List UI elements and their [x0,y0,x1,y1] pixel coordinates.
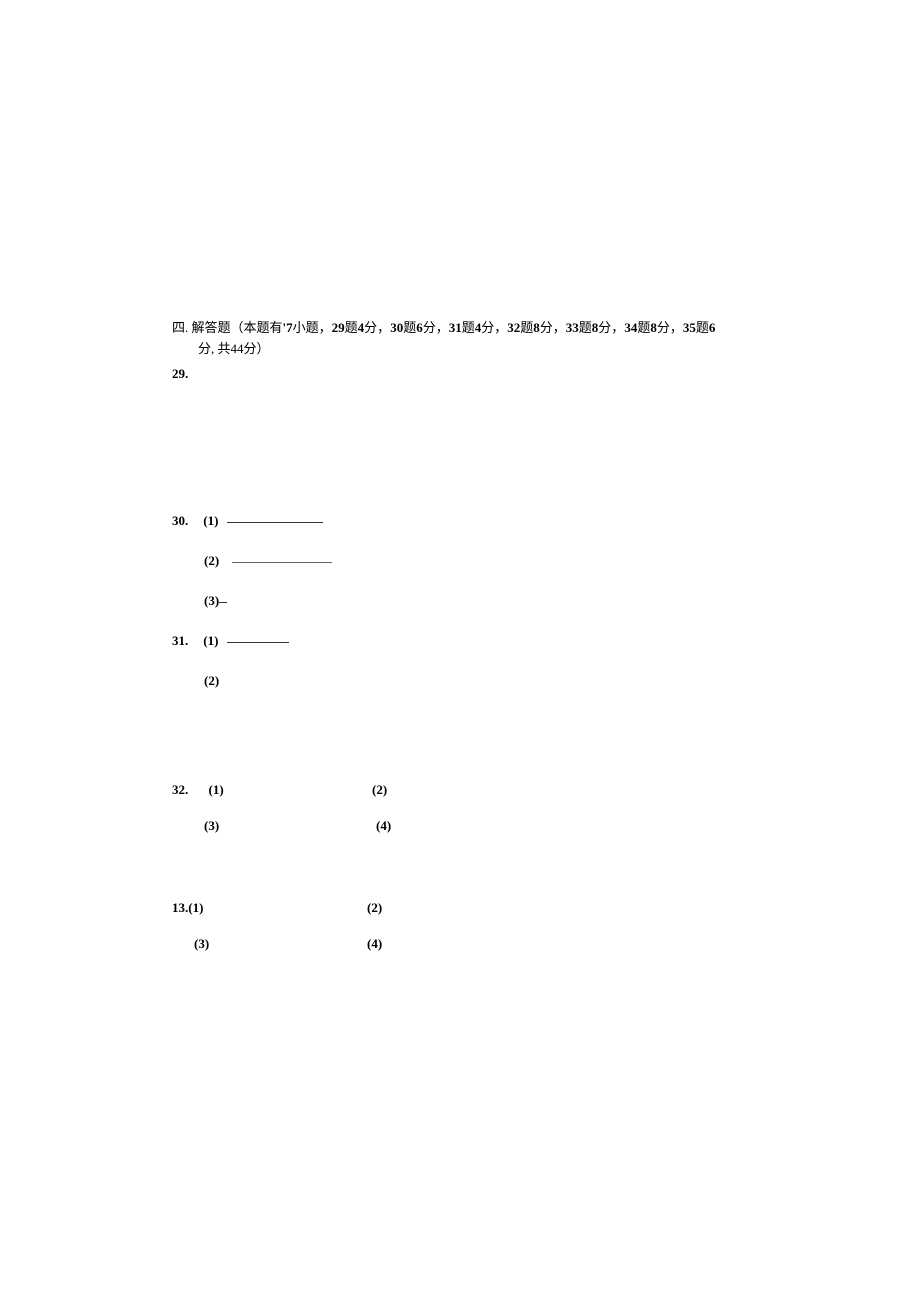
q30-sub3-blank[interactable] [219,602,227,603]
q13-sub1-label: (1) [188,900,203,915]
part-29-q: 29 [332,320,345,335]
question-31: 31. (1) (2) [172,632,840,690]
part-29-suffix: 分， [364,320,390,335]
q31-row2: (2) [172,672,840,690]
q30-number: 30. [172,512,200,530]
part-31-q: 31 [449,320,462,335]
section-header-line1: 四. 解答题（本题有'7小题，29题4分，30题6分，31题4分，32题8分，3… [172,318,840,339]
question-30: 30. (1) (2) (3) [172,512,840,611]
section-header: 四. 解答题（本题有'7小题，29题4分，30题6分，31题4分，32题8分，3… [172,318,840,360]
q32-sub3-label: (3) [204,818,219,833]
q32-number: 32. [172,781,200,799]
part-30-suffix: 分， [423,320,449,335]
q30-row2: (2) [172,552,840,570]
q13-sub3-label: (3) [194,936,209,951]
q32-row1: 32. (1) (2) [172,781,840,799]
section-prefix: 四. 解答题（本题有 [172,320,283,335]
part-31-suffix: 分， [481,320,507,335]
part-35-pts: 6 [709,320,716,335]
part-32-q: 32 [507,320,520,335]
part-33-q: 33 [566,320,579,335]
q31-sub1-blank[interactable] [227,642,289,643]
question-13: 13.(1) (2) (3) (4) [172,899,840,953]
part-34-mid: 题 [637,320,650,335]
part-29-mid: 题 [345,320,358,335]
q32-sub1-label: (1) [209,782,224,797]
q31-sub1-label: (1) [203,633,218,648]
question-29-number: 29. [172,366,840,382]
q13-sub2-label: (2) [367,900,382,915]
q31-number: 31. [172,632,200,650]
q30-sub2-label: (2) [204,553,219,568]
part-30-mid: 题 [403,320,416,335]
q32-row2: (3) (4) [172,817,840,835]
part-32-mid: 题 [520,320,533,335]
part-30-q: 30 [390,320,403,335]
q31-sub2-label: (2) [204,673,219,688]
q13-row1: 13.(1) (2) [172,899,840,917]
q30-row3: (3) [172,592,840,610]
part-32-suffix: 分， [540,320,566,335]
part-31-mid: 题 [462,320,475,335]
part-33-mid: 题 [579,320,592,335]
section-line2-end: 分） [244,341,270,356]
part-34-q: 34 [624,320,637,335]
q30-sub3-label: (3) [204,593,219,608]
q30-sub1-label: (1) [203,513,218,528]
q30-row1: 30. (1) [172,512,840,530]
section-count-suffix: 小题， [293,320,332,335]
page: 四. 解答题（本题有'7小题，29题4分，30题6分，31题4分，32题8分，3… [0,0,920,1301]
q13-row2: (3) (4) [172,935,840,953]
part-35-q: 35 [683,320,696,335]
q30-sub1-blank[interactable] [227,522,323,523]
q32-sub2-label: (2) [372,782,387,797]
section-count: '7 [283,320,293,335]
section-header-line2: 分, 共44分） [172,339,840,360]
section-total: 44 [231,341,244,356]
q31-row1: 31. (1) [172,632,840,650]
q32-sub4-label: (4) [376,818,391,833]
section-line2-tail: 分, 共 [198,341,231,356]
q13-number: 13. [172,900,188,915]
part-34-suffix: 分， [657,320,683,335]
part-35-mid: 题 [696,320,709,335]
question-32: 32. (1) (2) (3) (4) [172,781,840,835]
q13-sub4-label: (4) [367,936,382,951]
q30-sub2-blank[interactable] [232,562,332,563]
part-33-suffix: 分， [598,320,624,335]
